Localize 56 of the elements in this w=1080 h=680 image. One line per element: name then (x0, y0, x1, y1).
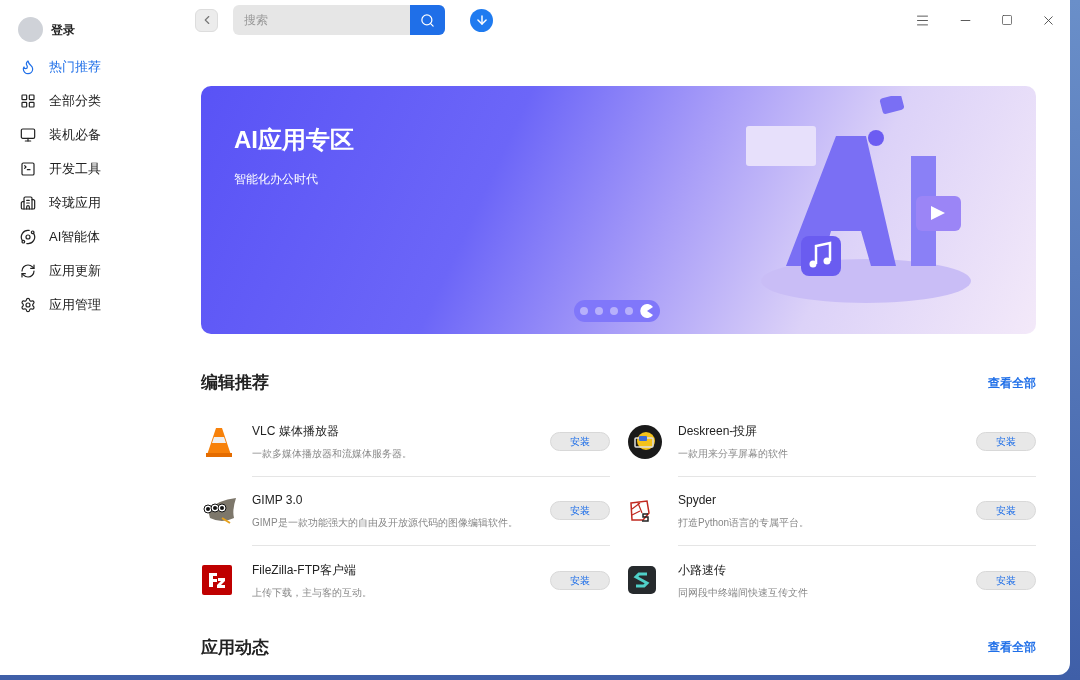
app-description: GIMP是一款功能强大的自由及开放源代码的图像编辑软件。 (252, 516, 519, 530)
install-button[interactable]: 安装 (976, 432, 1036, 451)
sidebar-item[interactable]: 热门推荐 (0, 50, 190, 84)
section-title: 应用动态 (201, 636, 269, 659)
maximize-icon[interactable] (1001, 14, 1013, 26)
app-name[interactable]: FileZilla-FTP客户端 (252, 560, 550, 579)
menu-icon[interactable] (915, 12, 930, 28)
banner-title: AI应用专区 (234, 125, 354, 155)
install-button[interactable]: 安装 (976, 570, 1036, 590)
install-button[interactable]: 安装 (976, 501, 1036, 520)
planet-icon (20, 229, 36, 245)
install-button[interactable]: 安装 (550, 501, 610, 520)
search-field[interactable]: 搜索 (233, 5, 445, 35)
banner-subtitle: 智能化办公时代 (234, 171, 319, 188)
app-description: 同网段中终端间快速互传文件 (678, 585, 809, 600)
sidebar-item[interactable]: 应用更新 (0, 254, 190, 288)
filezilla-logo-icon (202, 565, 232, 595)
app-name[interactable]: GIMP 3.0 (252, 491, 550, 509)
app-name[interactable]: Spyder (678, 491, 976, 509)
monitor-icon (20, 127, 36, 143)
app-description: 上传下载，主与客的互动。 (252, 585, 373, 600)
sidebar-item[interactable]: 玲珑应用 (0, 186, 190, 220)
sidebar-item[interactable]: 开发工具 (0, 152, 190, 186)
view-all-link[interactable]: 查看全部 (988, 373, 1036, 392)
login-link[interactable]: 登录 (51, 20, 75, 39)
sidebar-item[interactable]: 全部分类 (0, 84, 190, 118)
app-description: 一款多媒体播放器和流媒体服务器。 (252, 447, 413, 461)
app-name[interactable]: VLC 媒体播放器 (252, 422, 550, 440)
terminal-icon (20, 161, 36, 177)
banner[interactable]: AI应用专区 智能化办公时代 (201, 86, 1036, 334)
sidebar-item[interactable]: 应用管理 (0, 288, 190, 322)
sidebar-item[interactable]: 装机必备 (0, 118, 190, 152)
grid-icon (20, 93, 36, 109)
download-button[interactable] (470, 8, 493, 32)
mascot-icon (202, 496, 238, 526)
view-all-link[interactable]: 查看全部 (988, 638, 1036, 657)
app-description: 一款用来分享屏幕的软件 (678, 447, 789, 461)
search-input[interactable]: 搜索 (233, 11, 410, 29)
sidebar-item[interactable]: AI智能体 (0, 220, 190, 254)
install-button[interactable]: 安装 (550, 432, 610, 451)
search-button[interactable] (410, 5, 445, 35)
refresh-icon (20, 263, 36, 279)
s-logo-icon (628, 566, 656, 594)
building-icon (20, 195, 36, 211)
screen-logo-icon (628, 425, 662, 459)
flame-icon (20, 59, 36, 75)
search-icon (420, 12, 435, 28)
install-button[interactable]: 安装 (550, 570, 610, 590)
app-description: 打造Python语言的专属平台。 (678, 516, 811, 530)
section-title: 编辑推荐 (201, 372, 269, 394)
app-name[interactable]: 小路速传 (678, 560, 976, 579)
back-button[interactable] (195, 8, 218, 32)
settings-icon (20, 297, 36, 313)
app-name[interactable]: Deskreen-投屏 (678, 422, 976, 440)
web-logo-icon (628, 499, 652, 523)
download-icon (474, 13, 489, 27)
